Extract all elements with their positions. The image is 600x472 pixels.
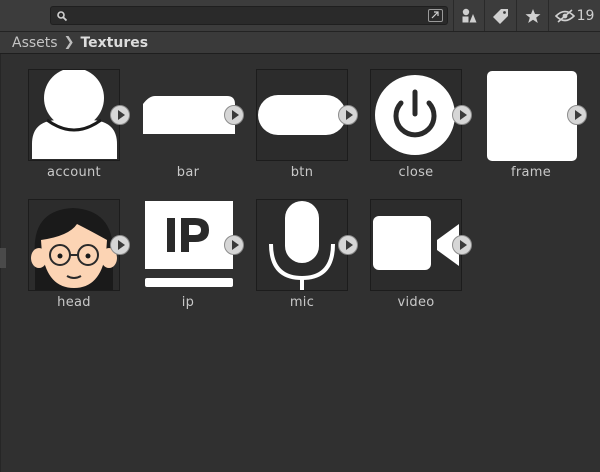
- expand-arrow-button[interactable]: [567, 105, 587, 125]
- video-camera-icon: [373, 216, 459, 270]
- expand-arrow-button[interactable]: [224, 105, 244, 125]
- breadcrumb: Assets ❯ Textures: [0, 32, 600, 54]
- star-icon: [525, 8, 540, 23]
- asset-item-head[interactable]: head: [28, 184, 142, 310]
- expand-arrow-button[interactable]: [452, 235, 472, 255]
- search-by-type-button[interactable]: [453, 0, 484, 31]
- search-icon: [57, 11, 68, 22]
- asset-item-close[interactable]: close: [370, 54, 484, 180]
- search-expand-icon[interactable]: [428, 9, 443, 22]
- asset-thumbnail: [370, 199, 462, 291]
- asset-item-bar[interactable]: bar: [142, 54, 256, 180]
- asset-thumbnail: [28, 199, 120, 291]
- eye-hidden-icon: [554, 8, 575, 23]
- asset-label: btn: [290, 165, 314, 180]
- asset-label: video: [397, 295, 435, 310]
- bar-icon: [143, 96, 235, 134]
- chevron-right-icon: ❯: [63, 35, 75, 50]
- expand-arrow-button[interactable]: [338, 105, 358, 125]
- tag-icon: [492, 8, 508, 24]
- btn-icon: [258, 95, 346, 135]
- asset-thumbnail: [256, 69, 348, 161]
- favorites-button[interactable]: [516, 0, 548, 31]
- project-toolbar: 19: [0, 0, 600, 32]
- asset-thumbnail: [256, 199, 348, 291]
- ip-icon: [145, 201, 233, 287]
- asset-label: frame: [510, 165, 552, 180]
- asset-item-mic[interactable]: mic: [256, 184, 370, 310]
- asset-label: close: [398, 165, 434, 180]
- expand-arrow-button[interactable]: [110, 235, 130, 255]
- asset-item-btn[interactable]: btn: [256, 54, 370, 180]
- asset-item-ip[interactable]: ip: [142, 184, 256, 310]
- asset-label: account: [47, 165, 101, 180]
- head-icon: [31, 208, 117, 290]
- expand-arrow-button[interactable]: [452, 105, 472, 125]
- breadcrumb-assets[interactable]: Assets: [12, 35, 58, 51]
- asset-thumbnail: [28, 69, 120, 161]
- search-field[interactable]: [50, 6, 448, 25]
- asset-item-video[interactable]: video: [370, 184, 484, 310]
- hidden-packages-button[interactable]: 19: [548, 0, 600, 31]
- account-icon: [32, 70, 117, 159]
- expand-arrow-button[interactable]: [338, 235, 358, 255]
- power-icon: [375, 75, 455, 155]
- asset-thumbnail: [485, 69, 577, 161]
- asset-label: head: [57, 295, 91, 310]
- asset-label: mic: [289, 295, 315, 310]
- frame-icon: [487, 71, 577, 161]
- mic-icon: [269, 201, 335, 290]
- asset-thumbnail: [142, 69, 235, 161]
- asset-label: ip: [181, 295, 195, 310]
- type-filter-icon: [462, 8, 477, 22]
- search-by-label-button[interactable]: [484, 0, 516, 31]
- expand-arrow-button[interactable]: [224, 235, 244, 255]
- asset-thumbnail: [142, 199, 234, 291]
- asset-thumbnail: [370, 69, 462, 161]
- asset-grid: account bar btn close frame head ip mic …: [0, 54, 600, 472]
- asset-item-account[interactable]: account: [28, 54, 142, 180]
- hidden-count: 19: [576, 7, 595, 24]
- asset-item-frame[interactable]: frame: [485, 54, 599, 180]
- asset-label: bar: [176, 165, 200, 180]
- expand-arrow-button[interactable]: [110, 105, 130, 125]
- breadcrumb-textures[interactable]: Textures: [80, 35, 148, 51]
